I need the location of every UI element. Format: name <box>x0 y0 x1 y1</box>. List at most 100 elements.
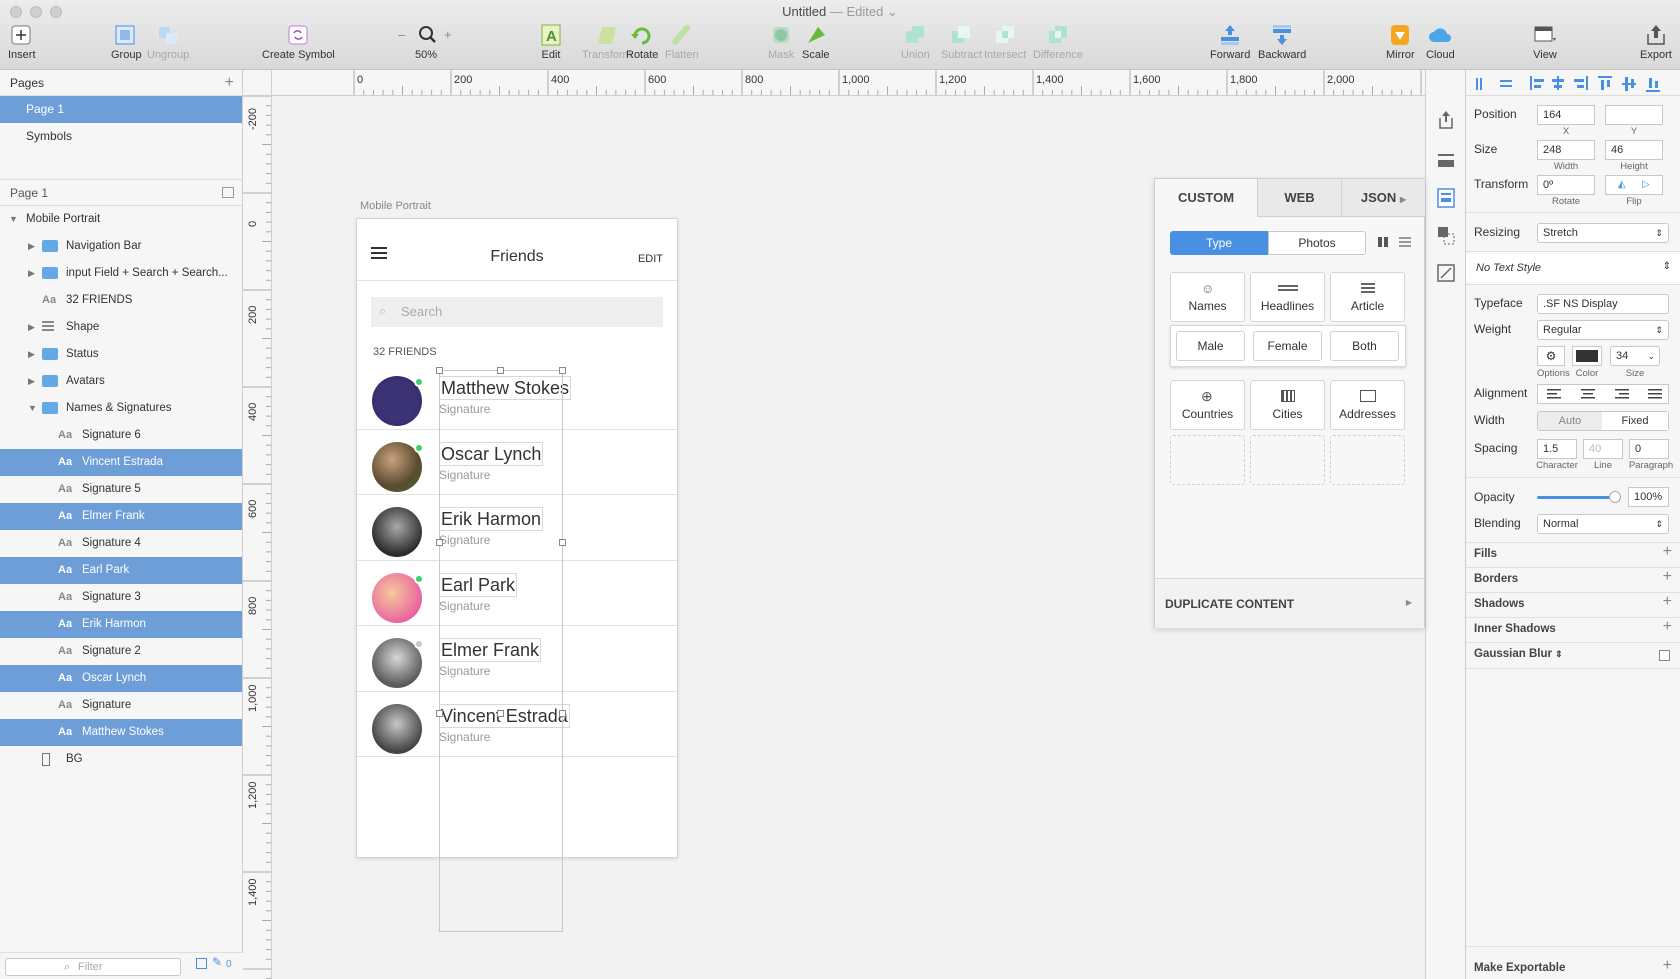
artboard-label[interactable]: Mobile Portrait <box>360 200 431 212</box>
friend-name[interactable]: Oscar Lynch <box>439 441 544 466</box>
character-spacing-field[interactable]: 1.5 <box>1537 439 1577 459</box>
paragraph-spacing-field[interactable]: 0 <box>1629 439 1669 459</box>
blending-select[interactable]: Normal ⇕ <box>1537 514 1669 534</box>
category-headlines[interactable]: Headlines <box>1250 272 1325 322</box>
category-names[interactable]: ☺ Names <box>1170 272 1245 322</box>
flip-horizontal-icon[interactable]: ◭ <box>1618 179 1626 190</box>
gender-male[interactable]: Male <box>1176 331 1245 361</box>
opacity-slider-knob[interactable] <box>1609 491 1621 503</box>
collapse-icon[interactable] <box>222 187 234 198</box>
text-style-select[interactable]: No Text Style ⇕ <box>1466 254 1680 282</box>
segment-type[interactable]: Type <box>1170 231 1268 255</box>
measure-icon[interactable] <box>1437 264 1455 284</box>
difference-button[interactable]: Difference <box>1033 24 1083 61</box>
category-cities[interactable]: Cities <box>1250 380 1325 430</box>
add-fill-icon[interactable]: + <box>1663 543 1672 561</box>
add-border-icon[interactable]: + <box>1663 568 1672 586</box>
empty-slot[interactable] <box>1170 435 1245 485</box>
opacity-slider[interactable] <box>1537 496 1617 499</box>
friend-signature[interactable]: Signature <box>439 599 490 613</box>
friend-row[interactable]: Earl Park Signature <box>357 561 677 626</box>
height-field[interactable]: 46 <box>1605 140 1663 160</box>
resize-handle[interactable] <box>559 539 566 546</box>
page-item-1[interactable]: Page 1 <box>0 96 242 123</box>
friend-row[interactable]: Vincent Estrada Signature <box>357 692 677 757</box>
edit-button[interactable]: A Edit <box>538 24 564 61</box>
layer-item[interactable]: Aa 32 FRIENDS <box>0 287 242 314</box>
export-button[interactable]: Export <box>1640 24 1672 61</box>
disclosure-triangle-icon[interactable]: ▶ <box>28 260 35 287</box>
mask-button[interactable]: Mask <box>768 24 794 61</box>
disclosure-triangle-icon[interactable]: ▶ <box>28 341 35 368</box>
insert-button[interactable]: Insert <box>8 24 36 61</box>
layer-item[interactable]: Aa Elmer Frank <box>0 503 242 530</box>
width-field[interactable]: 248 <box>1537 140 1595 160</box>
add-page-icon[interactable]: + <box>225 70 234 96</box>
resize-handle[interactable] <box>436 539 443 546</box>
layer-item[interactable]: ▶ input Field + Search + Search... <box>0 260 242 287</box>
symbol-organizer-icon[interactable] <box>1437 226 1455 246</box>
flip-vertical-icon[interactable]: ▷ <box>1642 179 1650 190</box>
friend-row[interactable]: Oscar Lynch Signature <box>357 430 677 495</box>
friend-signature[interactable]: Signature <box>439 533 490 547</box>
layer-item[interactable]: Aa Oscar Lynch <box>0 665 242 692</box>
ungroup-button[interactable]: Ungroup <box>147 24 189 61</box>
y-field[interactable] <box>1605 105 1663 125</box>
layer-item[interactable]: ▶ Navigation Bar <box>0 233 242 260</box>
intersect-button[interactable]: Intersect <box>984 24 1026 61</box>
layer-item[interactable]: Aa Signature 6 <box>0 422 242 449</box>
share-icon[interactable] <box>1437 110 1455 130</box>
layer-artboard[interactable]: ▼ Mobile Portrait <box>0 206 242 233</box>
filter-field[interactable]: ⌕ Filter <box>5 958 181 976</box>
gear-icon[interactable]: ⚙ <box>1537 346 1565 366</box>
make-exportable-button[interactable]: Make Exportable <box>1474 962 1565 974</box>
mirror-button[interactable]: Mirror <box>1386 24 1415 61</box>
subtract-button[interactable]: Subtract <box>941 24 982 61</box>
forward-button[interactable]: Forward <box>1210 24 1250 61</box>
gender-both[interactable]: Both <box>1330 331 1399 361</box>
resize-handle[interactable] <box>497 710 504 717</box>
friend-name[interactable]: Erik Harmon <box>439 507 544 531</box>
empty-slot[interactable] <box>1330 435 1405 485</box>
page-item-symbols[interactable]: Symbols <box>0 123 242 150</box>
transform-button[interactable]: Transform <box>582 24 632 61</box>
layout-icon[interactable] <box>1437 150 1455 170</box>
friend-name[interactable]: Elmer Frank <box>439 638 542 662</box>
layer-item[interactable]: ▶ Status <box>0 341 242 368</box>
friend-row[interactable]: Erik Harmon Signature <box>357 495 677 561</box>
layer-item[interactable]: Aa Signature 4 <box>0 530 242 557</box>
content-generator-icon[interactable] <box>1437 188 1455 208</box>
friend-signature[interactable]: Signature <box>439 730 490 744</box>
disclosure-triangle-icon[interactable]: ▶ <box>28 233 35 260</box>
layer-item[interactable]: Aa Erik Harmon <box>0 611 242 638</box>
resize-handle[interactable] <box>559 710 566 717</box>
union-button[interactable]: Union <box>901 24 930 61</box>
layer-item[interactable]: Aa Matthew Stokes <box>0 719 242 746</box>
edit-button[interactable]: EDIT <box>638 253 663 265</box>
segment-photos[interactable]: Photos <box>1268 231 1366 255</box>
color-swatch[interactable] <box>1572 346 1602 366</box>
category-countries[interactable]: ⊕ Countries <box>1170 380 1245 430</box>
layer-filter-icon[interactable] <box>196 958 207 969</box>
width-fixed-option[interactable]: Fixed <box>1602 412 1668 430</box>
friend-name[interactable]: Vincent Estrada <box>439 703 570 728</box>
layer-item[interactable]: ▶ Shape <box>0 314 242 341</box>
resizing-select[interactable]: Stretch ⇕ <box>1537 223 1669 243</box>
search-field[interactable]: ⌕ Search <box>371 297 663 327</box>
layer-item[interactable]: Aa Signature <box>0 692 242 719</box>
friend-row[interactable]: Matthew Stokes Signature <box>357 364 677 430</box>
add-export-icon[interactable]: + <box>1663 957 1672 975</box>
layer-item[interactable]: Aa Signature 3 <box>0 584 242 611</box>
flip-control[interactable]: ◭ ▷ <box>1605 175 1663 195</box>
friend-signature[interactable]: Signature <box>439 402 490 416</box>
resize-handle[interactable] <box>436 367 443 374</box>
category-addresses[interactable]: Addresses <box>1330 380 1405 430</box>
layer-item[interactable]: Aa Signature 5 <box>0 476 242 503</box>
add-inner-shadow-icon[interactable]: + <box>1663 618 1672 636</box>
zoom-control[interactable]: – + 50% <box>398 24 456 61</box>
backward-button[interactable]: Backward <box>1258 24 1306 61</box>
inner-shadows-section[interactable]: Inner Shadows <box>1474 623 1556 635</box>
view-button[interactable]: View <box>1532 24 1558 61</box>
flatten-button[interactable]: Flatten <box>665 24 699 61</box>
gaussian-blur-section[interactable]: Gaussian Blur ⇕ <box>1474 648 1563 660</box>
